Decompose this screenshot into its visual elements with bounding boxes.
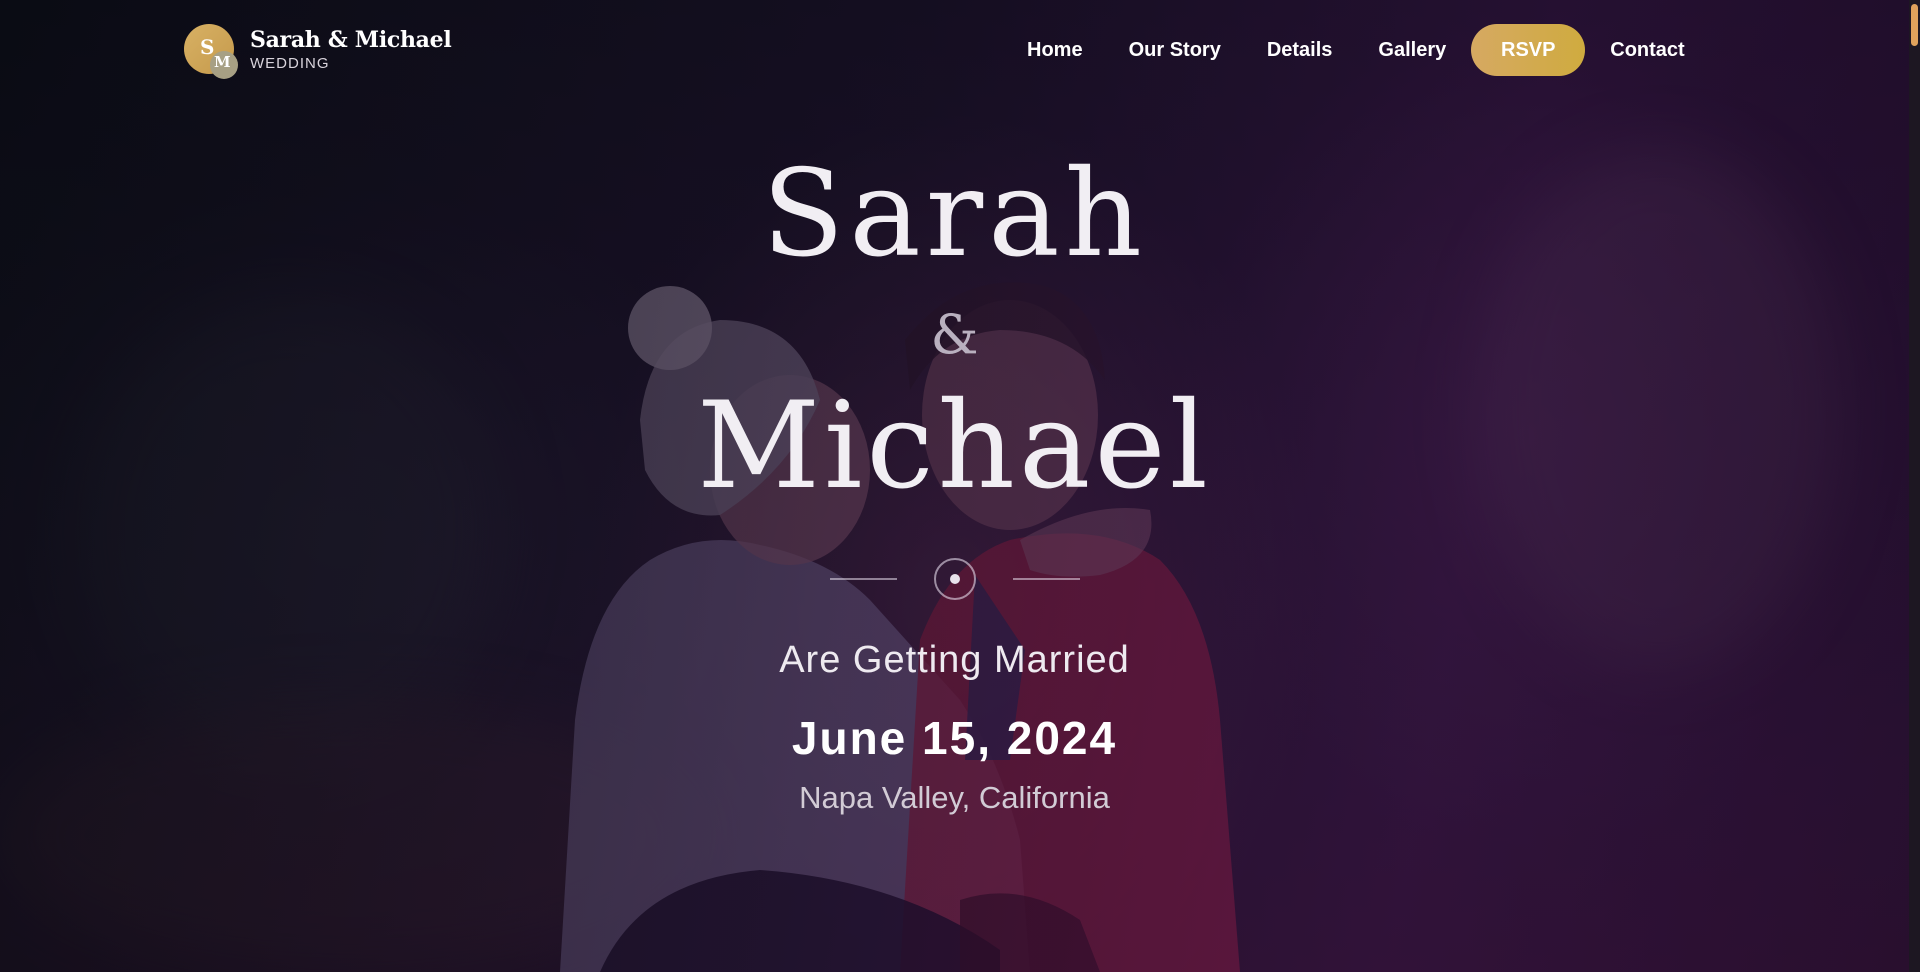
hero-name-first: Sarah	[762, 145, 1147, 284]
nav-gallery[interactable]: Gallery	[1355, 39, 1469, 62]
nav-home[interactable]: Home	[1007, 39, 1106, 62]
monogram-icon: S M	[184, 24, 238, 79]
main-nav: Home Our Story Details Gallery RSVP Cont…	[1007, 24, 1708, 76]
monogram-letter-m: M	[214, 53, 231, 71]
scrollbar-thumb[interactable]	[1911, 4, 1918, 46]
rsvp-button[interactable]: RSVP	[1471, 24, 1586, 76]
hero-content: Sarah & Michael Are Getting Married June…	[0, 0, 1909, 972]
nav-contact[interactable]: Contact	[1587, 39, 1707, 62]
logo-subtitle: WEDDING	[250, 55, 330, 72]
site-logo[interactable]: S M Sarah & Michael WEDDING	[184, 24, 452, 79]
nav-our-story[interactable]: Our Story	[1106, 39, 1244, 62]
hero-name-second: Michael	[697, 377, 1212, 516]
page-scrollbar[interactable]	[1909, 0, 1920, 972]
hero-tagline: Are Getting Married	[779, 639, 1130, 681]
logo-text: Sarah & Michael WEDDING	[250, 26, 452, 74]
page-viewport: Sarah & Michael Are Getting Married June…	[0, 0, 1909, 972]
monogram-letter-s: S	[200, 35, 215, 59]
logo-title: Sarah & Michael	[250, 27, 452, 53]
wedding-location: Napa Valley, California	[799, 780, 1110, 815]
wedding-date: June 15, 2024	[791, 712, 1118, 764]
hero-ampersand: &	[930, 303, 979, 366]
ornament-divider-icon	[830, 558, 1080, 600]
site-header: S M Sarah & Michael WEDDING Home Our Sto…	[0, 0, 1909, 100]
nav-details[interactable]: Details	[1244, 39, 1356, 62]
